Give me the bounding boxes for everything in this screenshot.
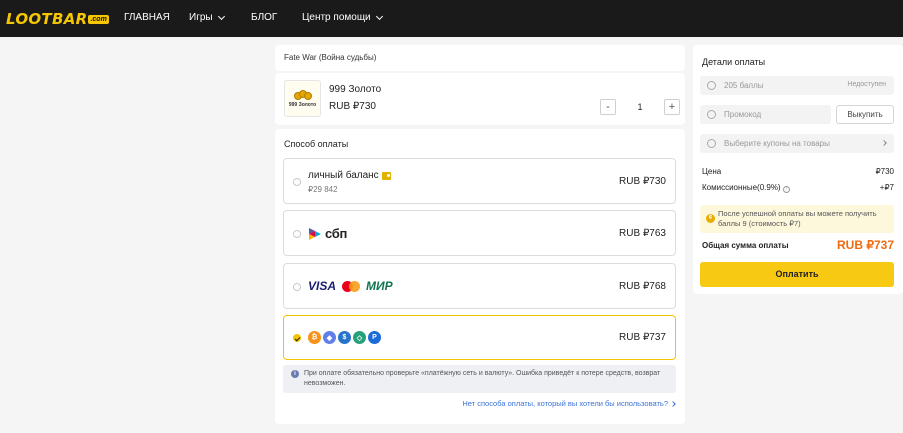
quantity-stepper: - 1 +: [600, 99, 680, 115]
info-icon: i: [291, 370, 299, 378]
payment-method-cards[interactable]: VISA МИР RUB ₽768: [283, 263, 676, 309]
points-icon: [707, 81, 716, 90]
promo-icon: [707, 110, 716, 119]
crypto-price: RUB ₽737: [619, 332, 666, 343]
sbp-icon: [309, 227, 321, 240]
cards-price: RUB ₽768: [619, 281, 666, 292]
reward-notice: ¢ После успешной оплаты вы можете получи…: [700, 205, 894, 233]
details-title: Детали оплаты: [702, 57, 766, 67]
product-panel: 999 Золото 999 Золото RUB ₽730 - 1 +: [275, 73, 685, 125]
chevron-right-icon: [670, 400, 676, 407]
redeem-button[interactable]: Выкупить: [836, 105, 894, 124]
total-label: Общая сумма оплаты: [702, 241, 789, 250]
nav-blog-label: БЛОГ: [251, 12, 278, 23]
product-thumbnail: 999 Золото: [284, 80, 321, 117]
fee-label: Комиссионные(0.9%): [702, 183, 781, 192]
quantity-input[interactable]: 1: [616, 99, 664, 115]
points-status: Недоступен: [847, 81, 886, 88]
radio-crypto[interactable]: [293, 334, 301, 342]
product-name: 999 Золото: [329, 84, 382, 95]
mir-icon: МИР: [366, 279, 393, 293]
wallet-icon: [381, 171, 391, 180]
logo-suffix: .com: [88, 14, 109, 24]
nav-help[interactable]: Центр помощи: [302, 12, 383, 23]
visa-icon: VISA: [308, 279, 337, 293]
nav-home-label: ГЛАВНАЯ: [124, 12, 170, 23]
coupon-label: Выберите купоны на товары: [724, 139, 830, 148]
radio-sbp[interactable]: [293, 230, 301, 238]
coin-icon: ¢: [706, 214, 715, 223]
balance-title: личный баланс: [308, 170, 379, 181]
card-logos: VISA МИР: [308, 279, 393, 293]
info-icon[interactable]: ?: [782, 186, 790, 193]
promo-code-input[interactable]: Промокод: [700, 105, 831, 124]
lootbar-logo[interactable]: LOOTBAR .com: [6, 9, 109, 29]
bitcoin-icon: ₿: [308, 331, 321, 344]
decrease-button[interactable]: -: [600, 99, 616, 115]
total-value: RUB ₽737: [837, 238, 894, 252]
fee-value: +₽7: [879, 183, 894, 192]
pay-button[interactable]: Оплатить: [700, 262, 894, 287]
chevron-down-icon: [217, 12, 225, 20]
nav-help-label: Центр помощи: [302, 12, 371, 23]
game-title: Fate War (Война судьбы): [284, 53, 377, 62]
balance-amount: ₽29 842: [308, 185, 338, 194]
payment-method-sbp[interactable]: сбп RUB ₽763: [283, 210, 676, 256]
price-value: ₽730: [875, 167, 894, 176]
payment-method-balance[interactable]: личный баланс ₽29 842 RUB ₽730: [283, 158, 676, 204]
increase-button[interactable]: +: [664, 99, 680, 115]
chevron-down-icon: [375, 12, 383, 20]
usdc-icon: $: [338, 331, 351, 344]
price-label: Цена: [702, 167, 722, 176]
fee-label-wrap: Комиссионные(0.9%)?: [702, 183, 790, 193]
points-row: 205 баллы Недоступен: [700, 76, 894, 95]
radio-cards[interactable]: [293, 283, 301, 291]
nav-home[interactable]: ГЛАВНАЯ: [124, 12, 170, 23]
nav-blog[interactable]: БЛОГ: [251, 12, 277, 23]
usdt-icon: ◇: [353, 331, 366, 344]
fee-line: Комиссионные(0.9%)? +₽7: [702, 183, 894, 193]
price-line: Цена ₽730: [702, 167, 894, 176]
coupon-selector[interactable]: Выберите купоны на товары: [700, 134, 894, 153]
ethereum-icon: ◆: [323, 331, 336, 344]
balance-title-wrap: личный баланс: [308, 170, 391, 181]
gold-coins-icon: [293, 89, 313, 100]
points-label: 205 баллы: [724, 81, 764, 90]
balance-price: RUB ₽730: [619, 176, 666, 187]
sbp-price: RUB ₽763: [619, 228, 666, 239]
product-price: RUB ₽730: [329, 101, 376, 112]
thumbnail-label: 999 Золото: [288, 101, 317, 108]
payment-method-crypto[interactable]: ₿ ◆ $ ◇ P RUB ₽737: [283, 315, 676, 360]
chevron-right-icon: [881, 140, 887, 147]
payment-warning-note: i При оплате обязательно проверьте «плат…: [283, 365, 676, 393]
payment-section-title: Способ оплаты: [284, 139, 349, 149]
paypal-icon: P: [368, 331, 381, 344]
payment-methods-panel: Способ оплаты личный баланс ₽29 842 RUB …: [275, 129, 685, 424]
nav-games[interactable]: Игры: [189, 12, 225, 23]
promo-placeholder: Промокод: [724, 110, 762, 119]
warning-text: При оплате обязательно проверьте «платёж…: [304, 370, 661, 387]
alternative-payment-link[interactable]: Нет способа оплаты, который вы хотели бы…: [462, 399, 676, 408]
reward-text: После успешной оплаты вы можете получить…: [718, 209, 877, 228]
mastercard-icon: [342, 280, 361, 292]
sbp-label: сбп: [325, 226, 348, 241]
alternative-payment-label: Нет способа оплаты, который вы хотели бы…: [462, 399, 668, 408]
payment-details-panel: Детали оплаты 205 баллы Недоступен Промо…: [693, 45, 903, 294]
nav-games-label: Игры: [189, 12, 213, 23]
coupon-icon: [707, 139, 716, 148]
radio-balance[interactable]: [293, 178, 301, 186]
logo-text: LOOTBAR: [6, 10, 88, 28]
top-nav: LOOTBAR .com ГЛАВНАЯ Игры БЛОГ Центр пом…: [0, 0, 903, 37]
sbp-logo: сбп: [308, 226, 347, 241]
crypto-logos: ₿ ◆ $ ◇ P: [308, 331, 381, 344]
game-title-panel: Fate War (Война судьбы): [275, 45, 685, 71]
